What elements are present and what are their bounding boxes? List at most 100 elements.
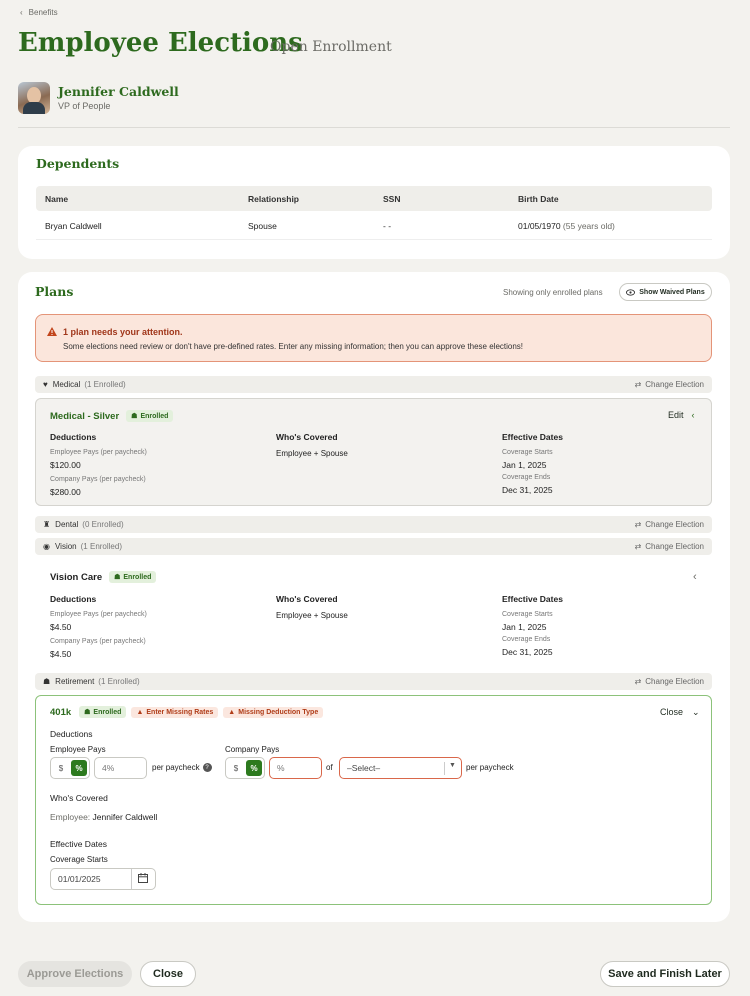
dates-heading: Effective Dates [50,839,108,849]
company-pays-input[interactable]: % [269,757,322,779]
change-election-label: Change Election [645,520,704,529]
section-dental: ♜ Dental (0 Enrolled) ⇄ Change Election [35,516,712,533]
of-label: of [326,763,333,772]
section-count: (1 Enrolled) [84,380,126,389]
select-divider [444,762,445,775]
employee-pays-value: $120.00 [50,460,81,470]
employee-unit-toggle[interactable]: $ % [50,757,90,779]
section-count: (1 Enrolled) [98,677,140,686]
covered-heading: Who's Covered [276,594,338,604]
deduction-type-select[interactable]: –Select– ▼ [339,757,462,779]
save-finish-later-button[interactable]: Save and Finish Later [600,961,730,987]
expand-chevron-icon[interactable]: ‹ [693,571,697,583]
back-link[interactable]: ‹ Benefits [20,8,58,17]
start-label: Coverage Starts [50,855,108,864]
change-election-button[interactable]: ⇄ Change Election [635,542,704,551]
covered-value: Employee + Spouse [276,611,348,620]
swap-icon: ⇄ [634,380,642,389]
page-subtitle: Open Enrollment [270,39,392,55]
change-election-button[interactable]: ⇄ Change Election [635,520,704,529]
plans-card: Plans Showing only enrolled plans Show W… [18,272,730,922]
employee-pays-value: $4.50 [50,622,72,632]
breadcrumb: Benefits [28,8,58,17]
calendar-icon[interactable] [138,873,148,885]
swap-icon: ⇄ [634,542,642,551]
eye-icon [626,288,636,296]
change-election-label: Change Election [645,677,704,686]
employee-name: Jennifer Caldwell [58,84,179,99]
coverage-start-date-input[interactable]: 01/01/2025 [50,868,156,890]
date-divider [131,869,132,889]
section-name: Medical [52,380,81,389]
covered-heading: Who's Covered [50,793,108,803]
section-count: (1 Enrolled) [80,542,122,551]
plans-heading: Plans [35,284,74,299]
swap-icon: ⇄ [634,520,642,529]
employee-per-paycheck: per paycheck ? [152,763,212,772]
missing-rates-badge: ▲ Enter Missing Rates [131,706,219,718]
enrolled-badge: ☗ Enrolled [109,571,157,583]
section-name: Dental [55,520,79,529]
show-waived-button[interactable]: Show Waived Plans [619,283,712,301]
dollar-option[interactable]: $ [53,760,69,776]
plan-title-row: Vision Care ☗ Enrolled [50,571,157,583]
plan-title-row: 401k ☗ Enrolled ▲ Enter Missing Rates ▲ Mis… [50,706,324,718]
approve-elections-button[interactable]: Approve Elections [18,961,132,987]
deductions-heading: Deductions [50,729,93,739]
plan-name: 401k [50,706,72,718]
company-pays-label: Company Pays (per paycheck) [50,476,146,483]
change-election-button[interactable]: ⇄ Change Election [635,677,704,686]
covered-value: Employee + Spouse [276,449,348,458]
percent-option[interactable]: % [246,760,262,776]
company-pays-value: $4.50 [50,649,72,659]
dependent-birth: 01/05/1970 (55 years old) [518,221,615,231]
dollar-option[interactable]: $ [228,760,244,776]
dependent-ssn: - - [383,221,392,231]
company-pays-placeholder: % [277,763,285,773]
end-value: Dec 31, 2025 [502,647,553,657]
percent-option[interactable]: % [71,760,87,776]
swap-icon: ⇄ [634,677,642,686]
heart-icon: ♥ [43,380,48,389]
filter-note: Showing only enrolled plans [503,288,603,297]
close-plan-button[interactable]: Close ⌄ [660,707,700,718]
change-election-button[interactable]: ⇄ Change Election [635,380,704,389]
age: (55 years old) [562,221,615,231]
end-label: Coverage Ends [502,474,551,481]
table-row: Bryan Caldwell Spouse - - 01/05/1970 (55… [36,212,712,240]
piggy-bank-icon: ☗ [43,677,51,686]
plan-title-row: Medical - Silver ☗ Enrolled [50,410,174,422]
dependent-relationship: Spouse [248,221,277,231]
close-button[interactable]: Close [140,961,196,987]
company-unit-toggle[interactable]: $ % [225,757,265,779]
plan-name: Vision Care [50,571,103,583]
start-label: Coverage Starts [502,449,553,456]
approve-label: Approve Elections [26,968,124,980]
eye-icon: ◉ [43,542,50,551]
employee-pays-label: Employee Pays (per paycheck) [50,449,147,456]
badge-label: Enrolled [123,573,152,581]
employee-pays-label: Employee Pays [50,745,106,754]
end-label: Coverage Ends [502,636,551,643]
dependents-table-header: Name Relationship SSN Birth Date [36,186,712,211]
help-icon[interactable]: ? [202,763,212,772]
close-label: Close [660,707,684,717]
badge-label: Enrolled [140,412,169,420]
section-vision: ◉ Vision (1 Enrolled) ⇄ Change Election [35,538,712,555]
section-retirement: ☗ Retirement (1 Enrolled) ⇄ Change Electi… [35,673,712,690]
employee-pays-input[interactable]: 4% [94,757,147,779]
enrolled-badge: ☗ Enrolled [79,706,127,718]
birth-date: 01/05/1970 [518,221,561,231]
dependents-card: Dependents Name Relationship SSN Birth D… [18,146,730,259]
tooth-icon: ♜ [43,520,51,529]
edit-button[interactable]: Edit ‹ [668,410,695,420]
caret-down-icon: ▼ [449,762,456,769]
close-label: Close [153,968,183,980]
show-waived-label: Show Waived Plans [639,288,705,296]
person-icon: ☗ [84,709,91,716]
per-paycheck-label: per paycheck [152,763,200,772]
medical-plan-card: Medical - Silver ☗ Enrolled Edit ‹ Deduct… [35,398,712,506]
employee-pays-value: 4% [102,763,115,773]
covered-heading: Who's Covered [276,432,338,442]
chevron-left-icon: ‹ [20,8,23,17]
